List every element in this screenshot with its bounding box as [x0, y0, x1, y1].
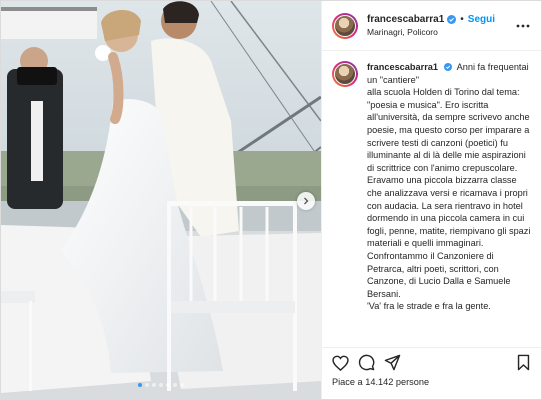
action-bar [322, 347, 541, 377]
likes-suffix: persone [395, 377, 430, 387]
post-sidebar: francescabarra1 • Segui Marinagri, Polic… [321, 1, 541, 399]
username-link[interactable]: francescabarra1 [367, 14, 444, 25]
carousel-indicator [1, 383, 321, 387]
post-header: francescabarra1 • Segui Marinagri, Polic… [322, 1, 541, 51]
caption-area: francescabarra1 Anni fa frequentai un "c… [322, 51, 541, 347]
verified-badge-icon [447, 15, 457, 24]
like-button[interactable] [330, 353, 350, 373]
caption-line: alla scuola Holden di Torino dal tema: "… [367, 87, 531, 299]
post-photo[interactable] [1, 1, 321, 399]
caption-username[interactable]: francescabarra1 [367, 62, 438, 72]
bookmark-icon [517, 354, 529, 371]
likes-number: 14.142 [365, 377, 394, 387]
more-horizontal-icon [516, 24, 530, 27]
carousel-dot [180, 383, 184, 387]
carousel-dot [166, 383, 170, 387]
carousel-dot [159, 383, 163, 387]
separator-dot: • [460, 14, 464, 25]
carousel-dot [152, 383, 156, 387]
carousel-dot [138, 383, 142, 387]
carousel-next-button[interactable] [297, 192, 315, 210]
avatar[interactable] [332, 12, 358, 39]
location-link[interactable]: Marinagri, Policoro [367, 27, 515, 37]
comment-button[interactable] [356, 353, 376, 373]
carousel-dot [145, 383, 149, 387]
caption-avatar[interactable] [332, 61, 358, 87]
likes-prefix: Piace a [332, 377, 363, 387]
follow-button[interactable]: Segui [468, 14, 495, 25]
more-options-button[interactable] [515, 18, 531, 34]
chevron-right-icon [304, 197, 309, 205]
comment-icon [358, 354, 374, 371]
share-button[interactable] [382, 353, 402, 373]
likes-count[interactable]: Piace a 14.142 persone [322, 377, 541, 399]
caption-line: 'Va' fra le strade e fra la gente. [367, 301, 491, 312]
instagram-post: francescabarra1 • Segui Marinagri, Polic… [0, 0, 542, 400]
paper-plane-icon [384, 354, 400, 371]
post-caption: francescabarra1 Anni fa frequentai un "c… [367, 61, 531, 347]
verified-badge-icon [443, 63, 452, 71]
heart-icon [331, 355, 349, 371]
wedding-photo-illustration [1, 1, 321, 399]
carousel-dot [173, 383, 177, 387]
save-button[interactable] [513, 353, 533, 373]
